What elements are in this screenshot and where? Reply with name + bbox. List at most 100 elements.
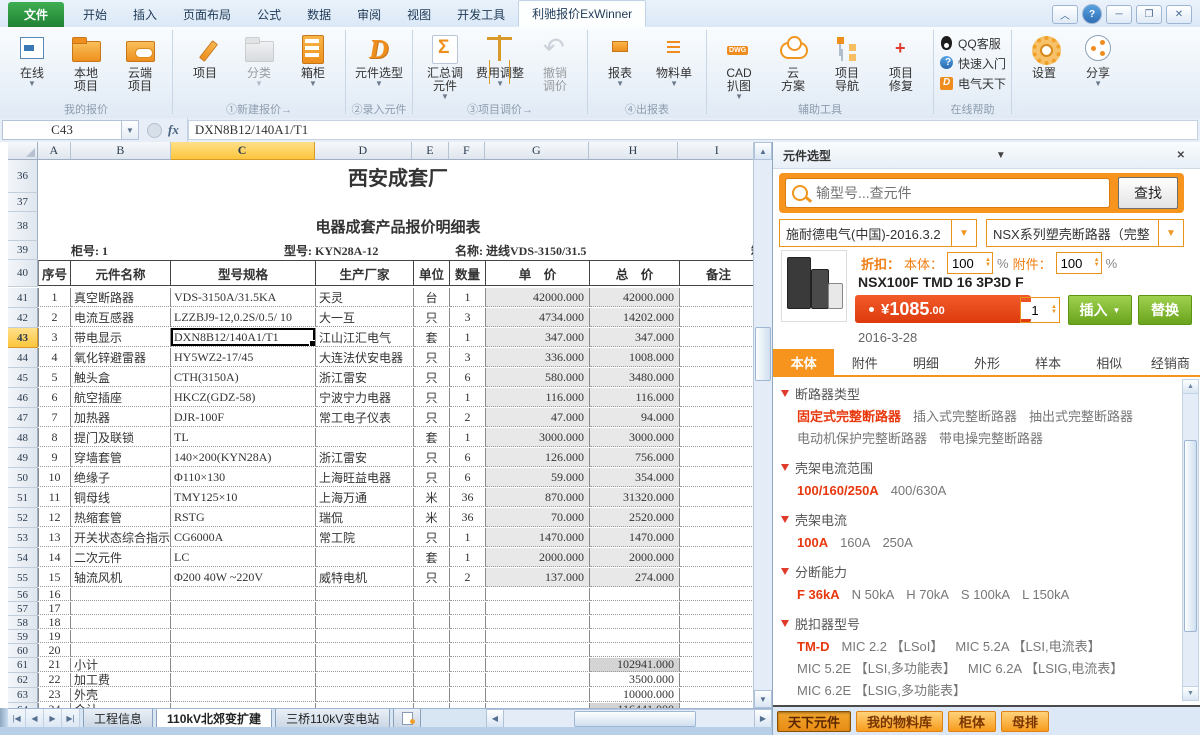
cell[interactable] [680,288,758,307]
row-header-61[interactable]: 61 [8,658,38,673]
row-header-53[interactable]: 53 [8,528,38,548]
filter-option[interactable]: 250A [882,532,912,553]
cell[interactable]: 只 [414,388,450,407]
row-header-44[interactable]: 44 [8,348,38,368]
filter-option[interactable]: 电动机保护完整断路器 [797,428,927,449]
cell[interactable] [680,428,758,447]
cell[interactable]: 274.000 [590,568,680,587]
scroll-down-icon[interactable]: ▼ [1183,686,1198,700]
cell[interactable] [486,644,590,657]
cell[interactable]: 16 [38,588,71,601]
filter-option[interactable]: MIC 6.2A 【LSIG,电流表】 [968,658,1123,679]
cell[interactable] [171,644,316,657]
next-sheet-icon[interactable]: ▶ [44,709,62,728]
cell[interactable]: 9 [38,448,71,467]
local-project-button[interactable]: 本地项目 [59,29,113,93]
cell[interactable]: 米 [414,488,450,507]
help-button[interactable]: ? [1082,4,1102,24]
search-input[interactable] [814,184,1103,202]
sheet-tab-三桥110kV变电站[interactable]: 三桥110kV变电站 [275,709,390,728]
insert-function-icon[interactable]: fx [168,122,179,138]
cell[interactable] [680,328,758,347]
cell[interactable]: 1 [450,328,486,347]
row-header-51[interactable]: 51 [8,488,38,508]
tab-开发工具[interactable]: 开发工具 [444,2,518,27]
merged-cell[interactable]: 柜号: 1型号: KYN28A-12名称: 进线VDS-3150/31.5箱 [38,241,758,259]
cell[interactable] [590,630,680,643]
formula-input[interactable]: DXN8B12/140A1/T1 [188,120,1198,140]
cell[interactable]: 3 [450,348,486,367]
tab-附件[interactable]: 附件 [834,349,895,375]
tab-外形[interactable]: 外形 [956,349,1017,375]
row-header-37[interactable]: 37 [8,193,38,212]
cell[interactable]: 米 [414,508,450,527]
cell[interactable] [680,548,758,567]
filter-option[interactable]: H 70kA [906,584,949,605]
cell[interactable] [486,630,590,643]
cell[interactable]: 穿墙套管 [71,448,171,467]
row-header-54[interactable]: 54 [8,548,38,568]
filter-option[interactable]: 插入式完整断路器 [913,406,1017,427]
sheet-tab-工程信息[interactable]: 工程信息 [83,709,153,728]
cell[interactable] [171,658,316,672]
cell[interactable]: 137.000 [486,568,590,587]
tab-本体[interactable]: 本体 [773,349,834,375]
cell[interactable] [450,602,486,615]
filter-option[interactable]: 160A [840,532,870,553]
cell[interactable] [680,688,758,702]
cell[interactable] [71,588,171,601]
scroll-down-icon[interactable]: ▼ [754,690,772,708]
tab-利驰报价ExWinner[interactable]: 利驰报价ExWinner [518,0,646,27]
row-header-58[interactable]: 58 [8,616,38,630]
cell[interactable]: 航空插座 [71,388,171,407]
cell[interactable] [316,548,414,567]
tab-样本[interactable]: 样本 [1018,349,1079,375]
cell[interactable] [486,602,590,615]
cell[interactable]: 铜母线 [71,488,171,507]
filter-option[interactable]: MIC 5.2A 【LSI,电流表】 [955,636,1100,657]
cell[interactable]: 热缩套管 [71,508,171,527]
cell[interactable] [316,616,414,629]
cell[interactable]: 2 [38,308,71,327]
cell[interactable]: 4734.000 [486,308,590,327]
summary-adjust-button[interactable]: 汇总调元件▼ [418,29,472,101]
vertical-scroll-thumb[interactable] [755,327,771,381]
cell[interactable]: 11 [38,488,71,507]
cell[interactable]: 18 [38,616,71,629]
filter-option[interactable]: TM-D [797,636,830,657]
cell[interactable]: 1 [450,528,486,547]
cell[interactable]: 只 [414,448,450,467]
cell[interactable]: 347.000 [590,328,680,347]
cell[interactable]: 19 [38,630,71,643]
column-header-I[interactable]: I [678,142,756,160]
horizontal-scroll-thumb[interactable] [574,711,696,727]
merged-cell[interactable]: 西安成套厂 [38,160,758,192]
chevron-down-icon[interactable]: ▼ [1158,220,1183,246]
cell[interactable] [680,348,758,367]
cell[interactable] [316,658,414,672]
cell[interactable]: 套 [414,428,450,447]
cell[interactable] [316,673,414,687]
cell[interactable] [486,673,590,687]
cell[interactable]: 常工院 [316,528,414,547]
cell[interactable]: 102941.000 [590,658,680,672]
cell[interactable]: 外壳 [71,688,171,702]
cell[interactable]: DJR-100F [171,408,316,427]
cad-extract-button[interactable]: CAD扒图▼ [712,29,766,101]
cell[interactable]: Φ110×130 [171,468,316,487]
close-button[interactable]: ✕ [1166,5,1192,24]
cell[interactable] [680,630,758,643]
table-header-cell[interactable]: 生产厂家 [316,260,414,286]
cell[interactable]: 加工费 [71,673,171,687]
tab-文件[interactable]: 文件 [8,2,64,27]
sheet-tab-110kV北郊变扩建[interactable]: 110kV北郊变扩建 [156,709,272,728]
cell[interactable]: 大一互 [316,308,414,327]
cell[interactable] [590,644,680,657]
cell[interactable] [590,616,680,629]
cell[interactable]: 江山江汇电气 [316,328,414,347]
cell[interactable] [680,588,758,601]
cell[interactable]: 瑞侃 [316,508,414,527]
cell[interactable]: 只 [414,568,450,587]
quantity-input[interactable] [1021,302,1049,319]
scroll-up-icon[interactable]: ▲ [1183,380,1198,394]
